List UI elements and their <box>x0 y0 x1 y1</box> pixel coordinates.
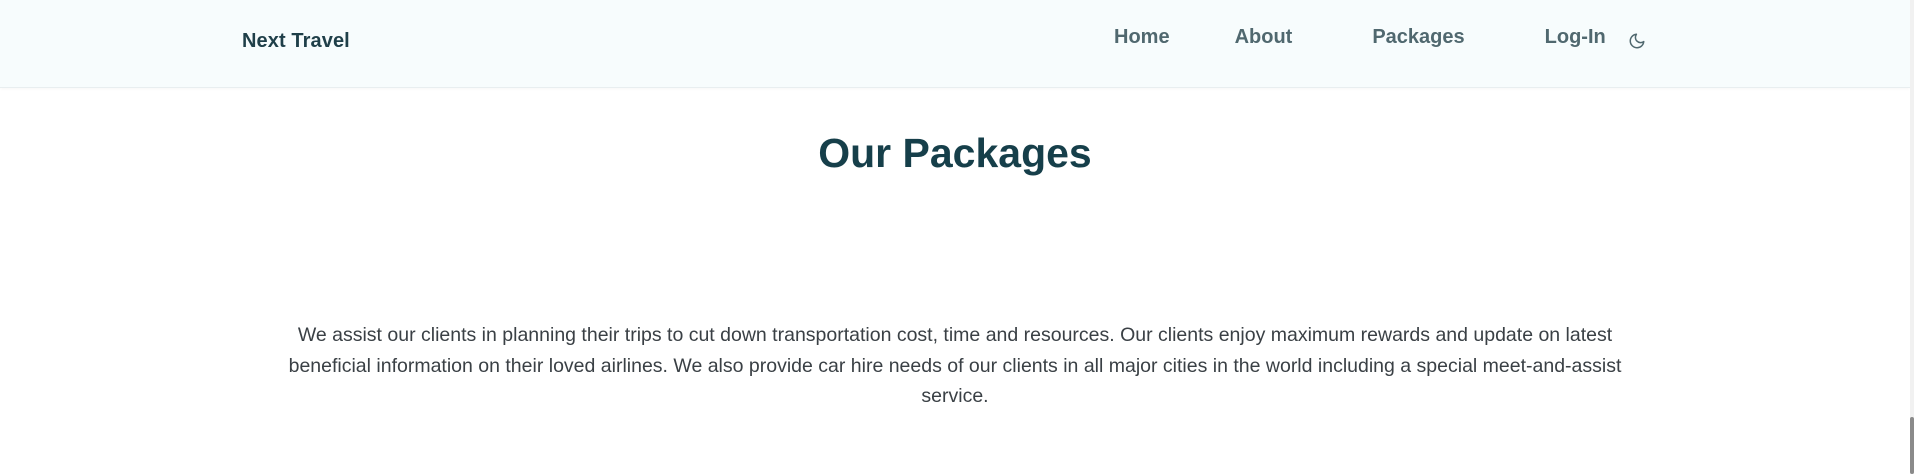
packages-description: We assist our clients in planning their … <box>288 324 1622 407</box>
brand-logo[interactable]: Next Travel <box>242 30 350 53</box>
nav-link-home[interactable]: Home <box>1114 26 1170 49</box>
moon-icon <box>1629 33 1645 49</box>
navbar: Next Travel Home About Packages Log-In <box>0 0 1910 88</box>
nav-link-about[interactable]: About <box>1235 26 1293 49</box>
nav-link-login[interactable]: Log-In <box>1545 26 1606 49</box>
page: Next Travel Home About Packages Log-In O… <box>0 0 1914 474</box>
theme-toggle-button[interactable] <box>1626 30 1648 52</box>
page-title: Our Packages <box>818 130 1092 176</box>
nav-link-packages[interactable]: Packages <box>1372 26 1464 49</box>
nav-menu: Home About Packages Log-In <box>1114 22 1648 52</box>
scrollbar-thumb[interactable] <box>1910 417 1914 474</box>
scrollbar-track[interactable] <box>1910 0 1914 474</box>
